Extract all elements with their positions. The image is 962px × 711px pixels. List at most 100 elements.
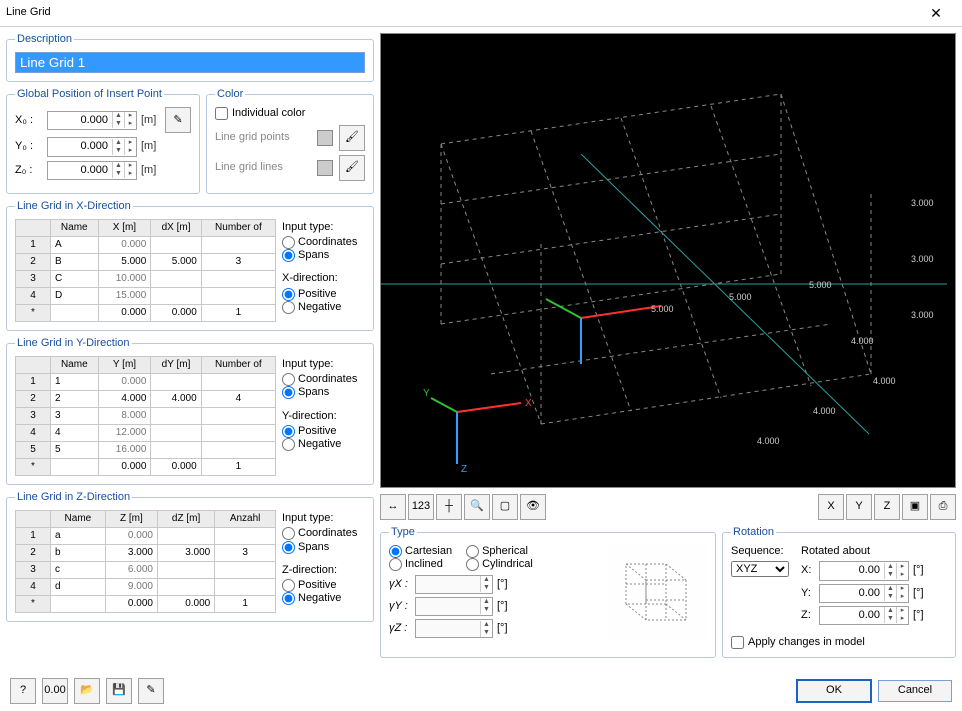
cancel-button[interactable]: Cancel (878, 680, 952, 701)
y-negative-radio[interactable]: Negative (282, 438, 365, 451)
edit-icon[interactable]: ✎ (138, 678, 164, 704)
table-row[interactable]: 224.0004.0004 (16, 390, 276, 407)
units-icon[interactable]: 0.00 (42, 678, 68, 704)
title-bar: Line Grid ✕ (0, 0, 962, 27)
grid-points-label: Line grid points (215, 131, 290, 144)
help-icon[interactable]: ? (10, 678, 36, 704)
svg-text:Z: Z (461, 464, 467, 475)
view-y-icon[interactable]: Y (846, 494, 872, 520)
table-row[interactable]: 2B5.0005.0003 (16, 253, 276, 270)
lines-color-swatch[interactable] (317, 160, 333, 176)
type-illustration (607, 545, 707, 641)
view-print-icon[interactable]: ⎙ (930, 494, 956, 520)
table-row[interactable]: 4d9.000 (16, 579, 276, 596)
type-group: Type Cartesian Inclined Spherical Cyli (380, 526, 716, 658)
z-positive-radio[interactable]: Positive (282, 579, 365, 592)
color-group: Color Individual color Line grid points 🖌… (206, 88, 374, 193)
rotation-group: Rotation Sequence: XYZ Rotated about X:▲… (722, 526, 956, 658)
view-iso-icon[interactable]: ▣ (902, 494, 928, 520)
svg-text:Y: Y (423, 388, 430, 399)
table-row[interactable]: 4D15.000 (16, 287, 276, 304)
table-row[interactable]: 3c6.000 (16, 562, 276, 579)
pick-point-icon[interactable]: ✎ (165, 107, 191, 133)
tool-pan-icon[interactable]: ↔ (380, 494, 406, 520)
description-legend: Description (15, 33, 74, 46)
svg-text:5.000: 5.000 (651, 304, 674, 314)
description-group: Description (6, 33, 374, 82)
table-row[interactable]: 4412.000 (16, 424, 276, 441)
y0-spinner[interactable]: ▲▼▸▸ (47, 137, 137, 156)
y-direction-group: Line Grid in Y-Direction NameY [m]dY [m]… (6, 337, 374, 485)
sequence-select[interactable]: XYZ (731, 561, 789, 577)
x0-spinner[interactable]: ▲▼▸▸ (47, 111, 137, 130)
tool-view-icon[interactable]: ▢ (492, 494, 518, 520)
table-row[interactable]: 338.000 (16, 407, 276, 424)
table-row[interactable]: 3C10.000 (16, 270, 276, 287)
points-color-swatch[interactable] (317, 130, 333, 146)
tool-axis-icon[interactable]: ┼ (436, 494, 462, 520)
gamma-y-spinner[interactable]: ▲▼ (415, 597, 493, 616)
y-spans-radio[interactable]: Spans (282, 386, 365, 399)
tool-zoom-icon[interactable]: 🔍 (464, 494, 490, 520)
y-coords-radio[interactable]: Coordinates (282, 373, 365, 386)
svg-text:4.000: 4.000 (851, 336, 874, 346)
individual-color-checkbox[interactable]: Individual color (215, 107, 365, 120)
dialog-footer: ? 0.00 📂 💾 ✎ OK Cancel (0, 678, 962, 704)
svg-text:5.000: 5.000 (809, 280, 832, 290)
x-coords-radio[interactable]: Coordinates (282, 236, 365, 249)
preview-viewport[interactable]: X Y Z 5.0005.0005.000 4.0004.0004.0004.0… (380, 33, 956, 488)
view-x-icon[interactable]: X (818, 494, 844, 520)
color-legend: Color (215, 88, 245, 101)
type-spherical-radio[interactable]: Spherical (466, 545, 533, 558)
grid-lines-label: Line grid lines (215, 161, 283, 174)
table-row[interactable]: 1a0.000 (16, 528, 276, 545)
view-z-icon[interactable]: Z (874, 494, 900, 520)
type-cylindrical-radio[interactable]: Cylindrical (466, 558, 533, 571)
svg-text:5.000: 5.000 (729, 292, 752, 302)
z-direction-table[interactable]: NameZ [m]dZ [m]Anzahl 1a0.0002b3.0003.00… (15, 510, 276, 613)
z-direction-group: Line Grid in Z-Direction NameZ [m]dZ [m]… (6, 491, 374, 622)
x-negative-radio[interactable]: Negative (282, 301, 365, 314)
rot-x-spinner[interactable]: ▲▼▸▸ (819, 561, 909, 580)
open-icon[interactable]: 📂 (74, 678, 100, 704)
y-direction-table[interactable]: NameY [m]dY [m]Number of 110.000224.0004… (15, 356, 276, 476)
close-icon[interactable]: ✕ (916, 5, 956, 22)
z-negative-radio[interactable]: Negative (282, 592, 365, 605)
z-spans-radio[interactable]: Spans (282, 541, 365, 554)
lines-color-button[interactable]: 🖌 (339, 155, 365, 181)
tool-measure-icon[interactable]: 123 (408, 494, 434, 520)
gamma-z-spinner[interactable]: ▲▼ (415, 619, 493, 638)
svg-text:X: X (525, 398, 532, 409)
gamma-x-spinner[interactable]: ▲▼ (415, 575, 493, 594)
table-row[interactable]: *0.0000.0001 (16, 304, 276, 321)
x-direction-group: Line Grid in X-Direction NameX [m]dX [m]… (6, 200, 374, 331)
x0-label: X₀ : (15, 114, 43, 127)
table-row[interactable]: *0.0000.0001 (16, 596, 276, 613)
z0-label: Z₀ : (15, 164, 43, 177)
table-row[interactable]: 2b3.0003.0003 (16, 545, 276, 562)
save-icon[interactable]: 💾 (106, 678, 132, 704)
apply-changes-checkbox[interactable]: Apply changes in model (731, 636, 947, 649)
type-cartesian-radio[interactable]: Cartesian (389, 545, 452, 558)
type-inclined-radio[interactable]: Inclined (389, 558, 452, 571)
table-row[interactable]: 110.000 (16, 373, 276, 390)
rot-z-spinner[interactable]: ▲▼▸▸ (819, 606, 909, 625)
table-row[interactable]: 5516.000 (16, 441, 276, 458)
y-positive-radio[interactable]: Positive (282, 425, 365, 438)
svg-text:4.000: 4.000 (757, 436, 780, 446)
z0-spinner[interactable]: ▲▼▸▸ (47, 161, 137, 180)
svg-text:3.000: 3.000 (911, 198, 934, 208)
x-spans-radio[interactable]: Spans (282, 249, 365, 262)
z-coords-radio[interactable]: Coordinates (282, 527, 365, 540)
x-direction-table[interactable]: NameX [m]dX [m]Number of 1A0.0002B5.0005… (15, 219, 276, 322)
table-row[interactable]: 1A0.000 (16, 236, 276, 253)
window-title: Line Grid (6, 6, 916, 19)
tool-eye-icon[interactable]: 👁 (520, 494, 546, 520)
svg-text:4.000: 4.000 (813, 406, 836, 416)
points-color-button[interactable]: 🖌 (339, 125, 365, 151)
ok-button[interactable]: OK (796, 679, 872, 702)
rot-y-spinner[interactable]: ▲▼▸▸ (819, 584, 909, 603)
table-row[interactable]: *0.0000.0001 (16, 458, 276, 475)
description-input[interactable] (15, 52, 365, 73)
x-positive-radio[interactable]: Positive (282, 288, 365, 301)
